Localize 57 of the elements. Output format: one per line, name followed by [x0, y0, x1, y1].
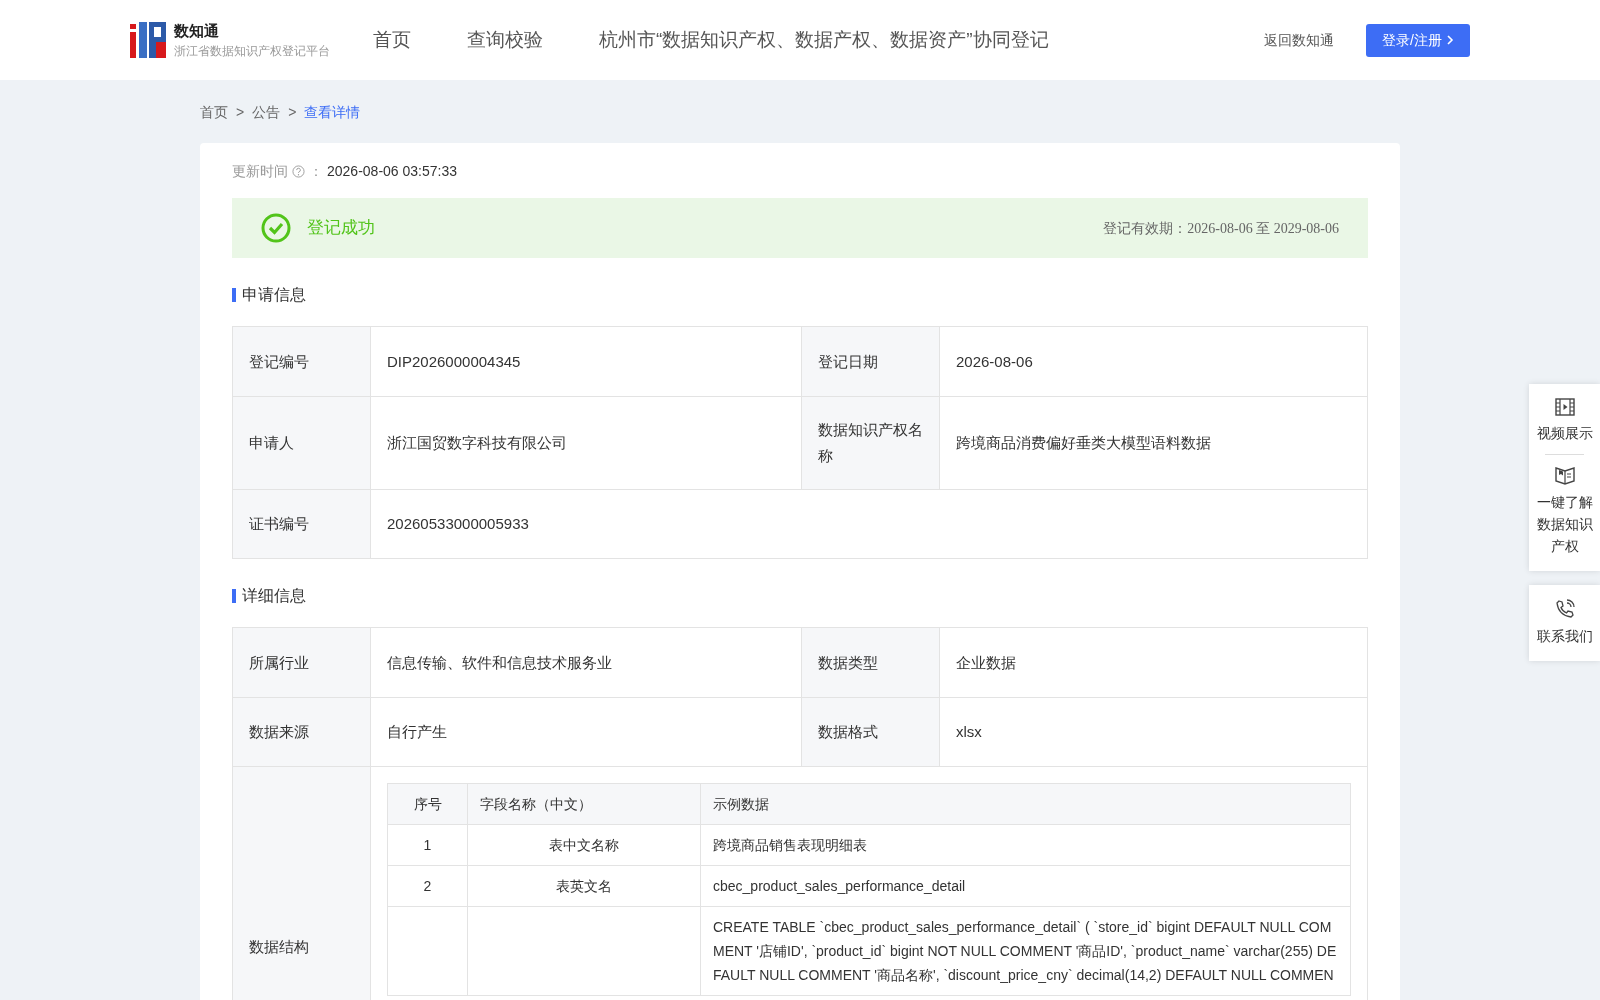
nav-link[interactable]: 杭州市“数据知识产权、数据产权、数据资产”协同登记 [599, 25, 1049, 55]
side-link[interactable]: 视频展示 [1535, 394, 1594, 448]
logo-subtitle: 浙江省数据知识产权登记平台 [174, 43, 330, 61]
label-text: 数据格式 [818, 722, 878, 742]
column-header: 示例数据 [700, 783, 1351, 825]
table-cell: 跨境商品销售表现明细表 [700, 824, 1351, 866]
column-header: 序号 [387, 783, 468, 825]
help-icon[interactable] [292, 165, 305, 178]
label-text: 数据类型 [818, 652, 878, 673]
field-value: 信息传输、软件和信息技术服务业 [387, 652, 612, 673]
field-value: 跨境商品消费偏好垂类大模型语料数据 [956, 433, 1211, 453]
side-link[interactable]: 一键了解数据知识产权 [1535, 461, 1594, 561]
field-value: DIP2026000004345 [387, 351, 521, 372]
logo-icon [130, 22, 166, 58]
table-cell: CREATE TABLE `cbec_product_sales_performance_detail` ( `store_id` bigint DEFAULT NULL COMMENT '店铺ID', `product_id` bigint NOT NULL COMMENT '商品ID', `product_name` varchar(255) DEFAULT NULL COMMENT '商品名称', `discount_price_cny` decimal(14,2) DEFAULT NULL COMMEN [700, 906, 1351, 996]
update-time: 2026-08-06 03:57:33 [327, 162, 457, 181]
label-text: 数据来源 [249, 722, 309, 742]
label-text: 所属行业 [249, 652, 309, 673]
breadcrumb-link[interactable]: 查看详情 [304, 102, 361, 123]
label-text: 数据结构 [249, 936, 309, 957]
book-icon [1554, 465, 1575, 485]
label-text: 申请人 [249, 433, 294, 453]
login-button[interactable]: 登录/注册 [1366, 23, 1470, 57]
label-text: 登记日期 [818, 351, 878, 372]
table-cell: 2 [387, 865, 468, 907]
breadcrumb-separator: > [288, 103, 297, 122]
section-title: 详细信息 [232, 589, 1368, 603]
breadcrumb-separator: > [236, 103, 245, 122]
label-text: 数据知识产权名称 [818, 420, 923, 466]
update-label: 更新时间 [232, 162, 288, 181]
label-text: 登记编号 [249, 351, 309, 372]
field-value: 20260533000005933 [387, 514, 529, 534]
phone-icon [1554, 599, 1575, 619]
check-circle-icon [261, 213, 291, 243]
update-separator: ： [309, 162, 323, 181]
back-link[interactable]: 返回数知通 [1264, 29, 1335, 51]
field-value: 浙江国贸数字科技有限公司 [387, 433, 567, 453]
nav-link[interactable]: 首页 [373, 25, 411, 55]
field-value: 自行产生 [387, 722, 447, 742]
field-value: 2026-08-06 [956, 351, 1033, 372]
validity-period: 登记有效期：2026-08-06 至 2029-08-06 [1103, 219, 1339, 238]
breadcrumb-link[interactable]: 公告 [252, 102, 281, 123]
breadcrumb-link[interactable]: 首页 [200, 102, 228, 123]
nav-link[interactable]: 查询校验 [467, 25, 543, 55]
status-text: 登记成功 [307, 217, 375, 240]
table-cell: 1 [387, 824, 468, 866]
label-text: 证书编号 [249, 514, 309, 534]
section-title: 申请信息 [232, 288, 1368, 302]
table-cell: cbec_product_sales_performance_detail [700, 865, 1351, 907]
chevron-right-icon [1446, 35, 1454, 45]
film-icon [1554, 398, 1575, 416]
table-cell: 表英文名 [467, 865, 701, 907]
column-header: 字段名称（中文） [467, 783, 701, 825]
logo-title: 数知通 [174, 20, 220, 41]
field-value: 企业数据 [956, 652, 1016, 673]
field-value: xlsx [956, 722, 982, 742]
table-cell: 表中文名称 [467, 824, 701, 866]
